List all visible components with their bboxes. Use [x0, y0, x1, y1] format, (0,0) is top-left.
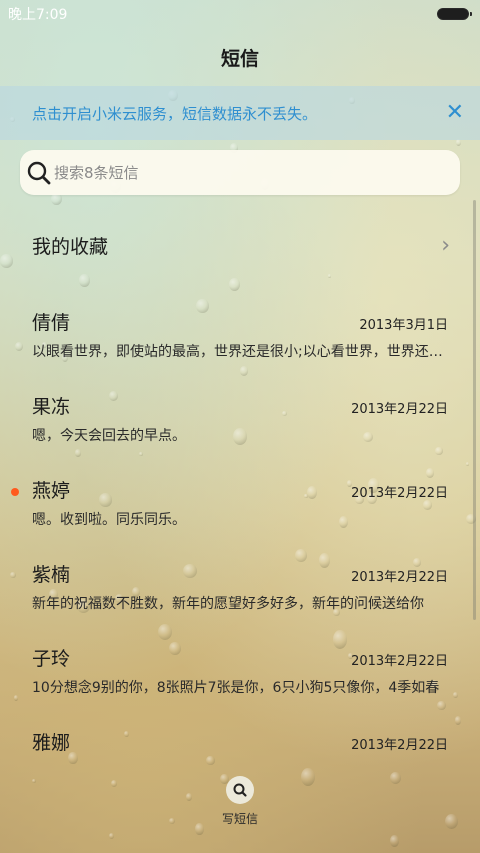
conversation-item[interactable]: 子玲 2013年2月22日 10分想念9别的你，8张照片7张是你，6只小狗5只像…: [32, 644, 448, 697]
raindrop: [74, 449, 82, 457]
cloud-service-banner[interactable]: 点击开启小米云服务，短信数据永不丢失。 ✕: [0, 86, 480, 140]
raindrop: [437, 700, 446, 711]
conversation-item[interactable]: 紫楠 2013年2月22日 新年的祝福数不胜数，新年的愿望好多好多，新年的问候送…: [32, 560, 448, 613]
raindrop: [10, 572, 16, 579]
message-date: 2013年2月22日: [351, 486, 448, 501]
contact-name: 紫楠: [32, 564, 71, 586]
conversation-item[interactable]: 雅娜 2013年2月22日: [32, 728, 448, 755]
contact-name: 果冻: [32, 396, 71, 418]
raindrop: [229, 277, 241, 292]
contact-name: 雅娜: [32, 732, 71, 754]
search-icon: [27, 161, 51, 184]
contact-name: 倩倩: [32, 312, 71, 334]
conversation-item[interactable]: 果冻 2013年2月22日 嗯，今天会回去的早点。: [32, 392, 448, 445]
raindrop: [206, 755, 215, 766]
unread-indicator: [11, 488, 19, 496]
raindrop: [195, 823, 204, 835]
close-icon[interactable]: ✕: [446, 102, 464, 124]
raindrop: [389, 834, 400, 847]
raindrop: [51, 193, 62, 206]
raindrop: [453, 691, 459, 698]
scrollbar[interactable]: [473, 200, 476, 620]
raindrop: [157, 623, 173, 641]
raindrop: [15, 341, 23, 351]
status-time: 晚上7:09: [8, 7, 68, 23]
raindrop: [139, 451, 143, 456]
raindrop: [185, 792, 193, 801]
chevron-right-icon: ›: [441, 233, 450, 258]
raindrop: [239, 366, 249, 377]
raindrop: [455, 716, 462, 725]
message-preview: 嗯，今天会回去的早点。: [32, 428, 186, 444]
favorites-label: 我的收藏: [32, 236, 109, 258]
contact-name: 子玲: [32, 648, 71, 670]
message-date: 2013年3月1日: [359, 318, 448, 333]
raindrop: [444, 813, 459, 830]
message-date: 2013年2月22日: [351, 402, 448, 417]
search-input[interactable]: [54, 163, 434, 182]
message-date: 2013年2月22日: [351, 738, 448, 753]
raindrop: [455, 139, 461, 147]
battery-icon: [437, 8, 472, 20]
conversation-item[interactable]: 燕婷 2013年2月22日 嗯。收到啦。同乐同乐。: [11, 476, 448, 529]
message-preview: 新年的祝福数不胜数，新年的愿望好多好多，新年的问候送给你: [32, 596, 424, 612]
raindrop: [79, 273, 91, 288]
raindrop: [300, 767, 316, 786]
raindrop: [109, 832, 115, 839]
conversation-item[interactable]: 倩倩 2013年3月1日 以眼看世界，即使站的最高，世界还是很小;以心看世界，世…: [32, 308, 448, 361]
status-bar: 晚上7:09: [0, 0, 480, 28]
message-preview: 嗯。收到啦。同乐同乐。: [32, 512, 186, 528]
raindrop: [465, 461, 470, 467]
raindrop: [390, 772, 402, 785]
raindrop: [169, 817, 176, 825]
contact-name: 燕婷: [32, 480, 71, 502]
compose-icon[interactable]: [226, 776, 254, 804]
message-date: 2013年2月22日: [351, 654, 448, 669]
raindrop: [435, 447, 443, 455]
page-title: 短信: [220, 48, 259, 70]
search-bar[interactable]: [20, 150, 460, 195]
raindrop: [32, 778, 37, 783]
raindrop: [110, 780, 117, 788]
raindrop: [13, 694, 19, 701]
raindrop: [0, 254, 13, 268]
favorites-row[interactable]: 我的收藏 ›: [32, 232, 450, 259]
message-date: 2013年2月22日: [351, 570, 448, 585]
cloud-banner-text[interactable]: 点击开启小米云服务，短信数据永不丢失。: [32, 103, 317, 124]
message-preview: 10分想念9别的你，8张照片7张是你，6只小狗5只像你，4季如春: [32, 680, 440, 696]
compose-label: 写短信: [221, 812, 258, 826]
compose-button[interactable]: 写短信: [206, 776, 274, 827]
message-preview: 以眼看世界，即使站的最高，世界还是很小;以心看世界，世界还是很大: [32, 344, 448, 360]
raindrop: [327, 273, 332, 279]
